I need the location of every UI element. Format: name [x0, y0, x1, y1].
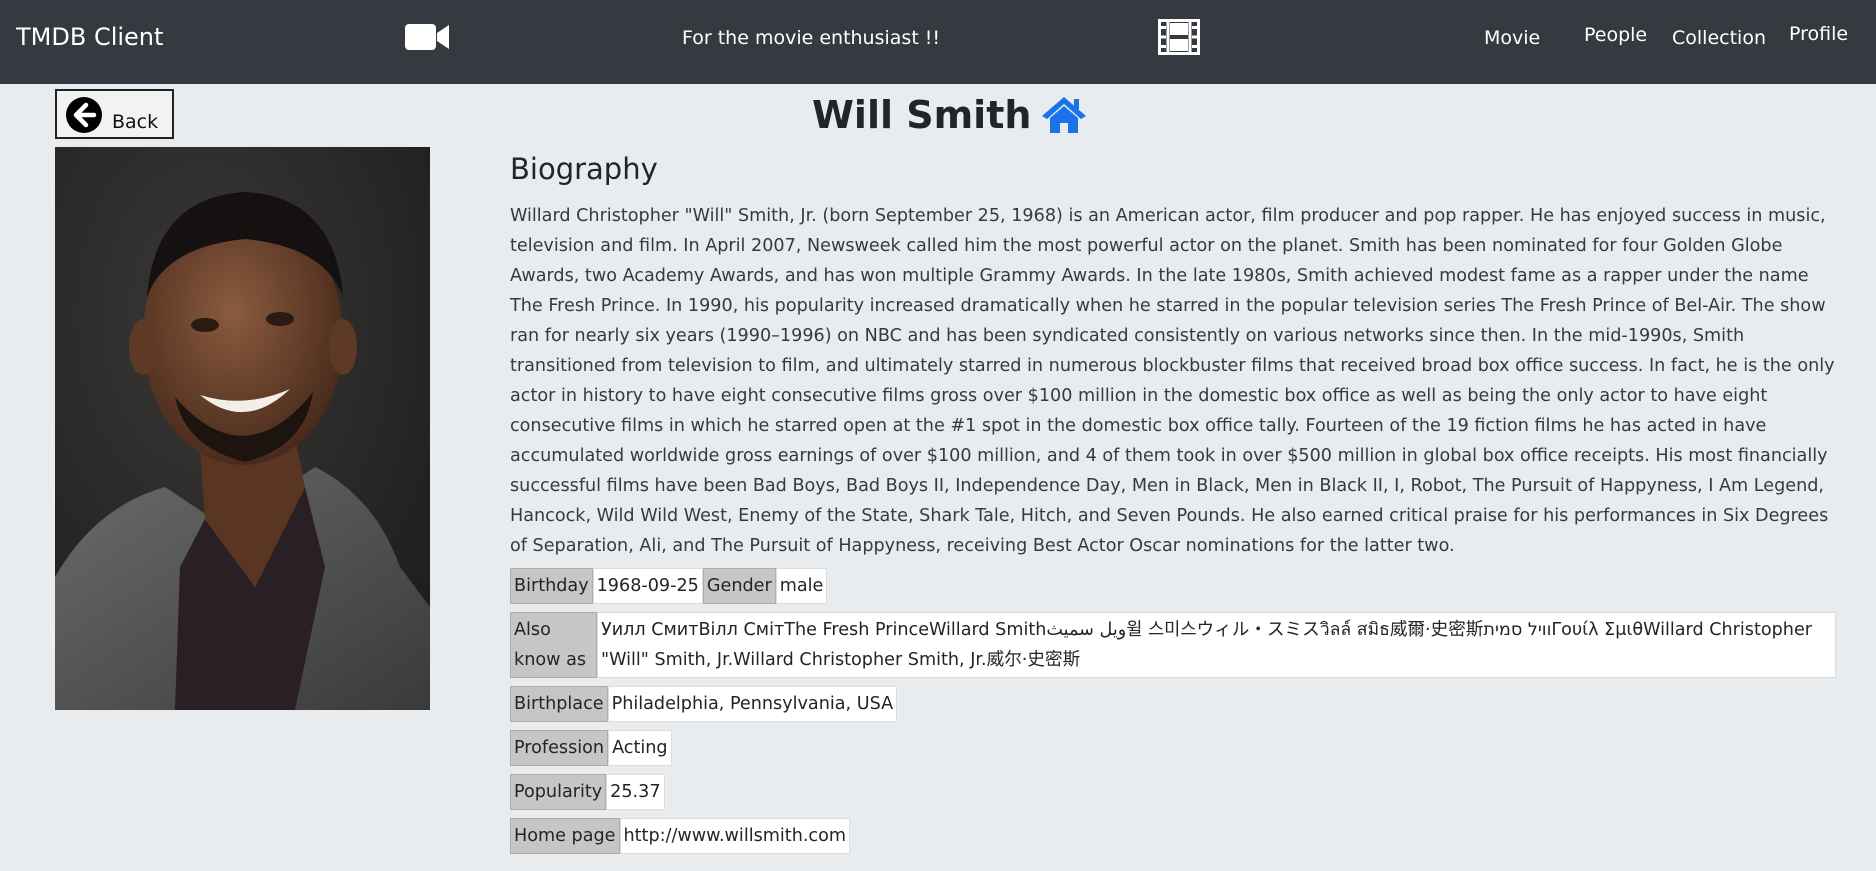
- gender-label: Gender: [702, 568, 776, 604]
- popularity-label: Popularity: [510, 774, 607, 810]
- brand-title[interactable]: TMDB Client: [16, 23, 163, 51]
- person-header: Will Smith: [812, 89, 1087, 141]
- aka-row: Also know as Уилл СмитВілл СмітThe Fresh…: [510, 612, 1836, 678]
- popularity-value: 25.37: [606, 774, 665, 810]
- back-label: Back: [112, 111, 159, 133]
- homepage-label: Home page: [510, 818, 620, 854]
- aka-label: Also know as: [510, 612, 597, 678]
- birthplace-value: Philadelphia, Pennsylvania, USA: [607, 686, 898, 722]
- tagline: For the movie enthusiast !!: [682, 27, 941, 49]
- gender-value: male: [775, 568, 828, 604]
- video-camera-icon: [405, 24, 449, 50]
- profession-row: Profession Acting: [510, 730, 672, 766]
- homepage-link[interactable]: http://www.willsmith.com: [619, 818, 851, 854]
- biography-text: Willard Christopher "Will" Smith, Jr. (b…: [510, 206, 1835, 556]
- homepage-row: Home page http://www.willsmith.com: [510, 818, 851, 854]
- film-icon: [1158, 19, 1200, 55]
- biography-heading: Biography: [510, 152, 658, 186]
- birthday-label: Birthday: [510, 568, 593, 604]
- nav-link-profile[interactable]: Profile: [1789, 23, 1848, 45]
- home-icon[interactable]: [1041, 95, 1087, 135]
- profession-label: Profession: [510, 730, 609, 766]
- person-name: Will Smith: [812, 93, 1032, 137]
- birthday-value: 1968-09-25: [592, 568, 703, 604]
- birthplace-label: Birthplace: [510, 686, 608, 722]
- arrow-left-circle-icon: [66, 97, 102, 133]
- portrait-image: [55, 147, 430, 710]
- navbar: TMDB Client For the movie enthusiast !! …: [0, 0, 1876, 84]
- birthday-gender-row: Birthday 1968-09-25 Gender male: [510, 568, 828, 604]
- popularity-row: Popularity 25.37: [510, 774, 665, 810]
- nav-link-collection[interactable]: Collection: [1672, 27, 1766, 49]
- person-portrait: [55, 147, 430, 710]
- back-button[interactable]: Back: [55, 89, 174, 139]
- profession-value: Acting: [608, 730, 672, 766]
- birthplace-row: Birthplace Philadelphia, Pennsylvania, U…: [510, 686, 898, 722]
- aka-value: Уилл СмитВілл СмітThe Fresh PrinceWillar…: [597, 612, 1836, 678]
- nav-link-movie[interactable]: Movie: [1484, 27, 1540, 49]
- nav-link-people[interactable]: People: [1584, 24, 1647, 46]
